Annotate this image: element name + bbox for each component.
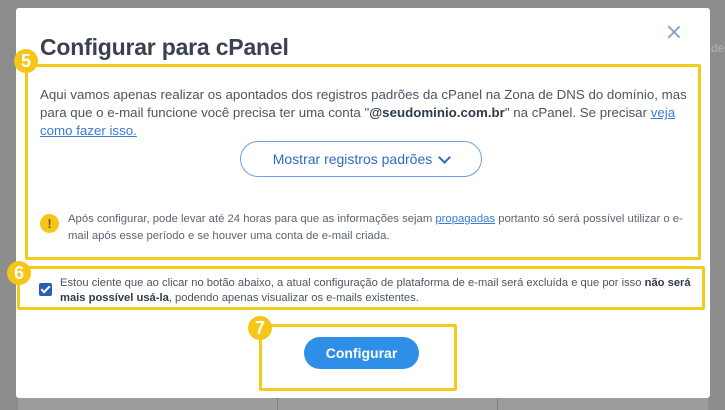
show-default-records-label: Mostrar registros padrões: [272, 151, 433, 167]
intro-paragraph: Aqui vamos apenas realizar os apontados …: [40, 86, 690, 140]
close-icon[interactable]: [663, 22, 685, 44]
background-table-strip: [18, 398, 708, 410]
agreement-text: Estou ciente que ao clicar no botão abai…: [60, 276, 700, 306]
agreement-text-2: , podendo apenas visualizar os e-mails e…: [168, 292, 419, 304]
show-default-records-button[interactable]: Mostrar registros padrões: [240, 141, 482, 177]
annotation-badge-6: 6: [7, 261, 31, 285]
modal-title: Configurar para cPanel: [40, 34, 289, 60]
background-text: de: [711, 41, 725, 55]
warning-text: Após configurar, pode levar até 24 horas…: [68, 211, 690, 245]
chevron-down-icon: [438, 150, 452, 164]
agreement-text-1: Estou ciente que ao clicar no botão abai…: [60, 277, 645, 289]
background-divider: [277, 398, 278, 410]
configure-button[interactable]: Configurar: [304, 337, 419, 369]
warning-icon: !: [40, 214, 59, 233]
intro-text-2: " na cPanel. Se precisar: [504, 105, 651, 120]
annotation-badge-7: 7: [248, 316, 272, 340]
warning-text-1: Após configurar, pode levar até 24 horas…: [68, 213, 436, 225]
annotation-badge-5: 5: [14, 49, 38, 73]
propagation-link[interactable]: propagadas: [435, 213, 495, 225]
background-divider: [497, 398, 498, 410]
domain-placeholder: @seudominio.com.br: [369, 105, 505, 120]
agreement-checkbox[interactable]: [39, 283, 52, 296]
